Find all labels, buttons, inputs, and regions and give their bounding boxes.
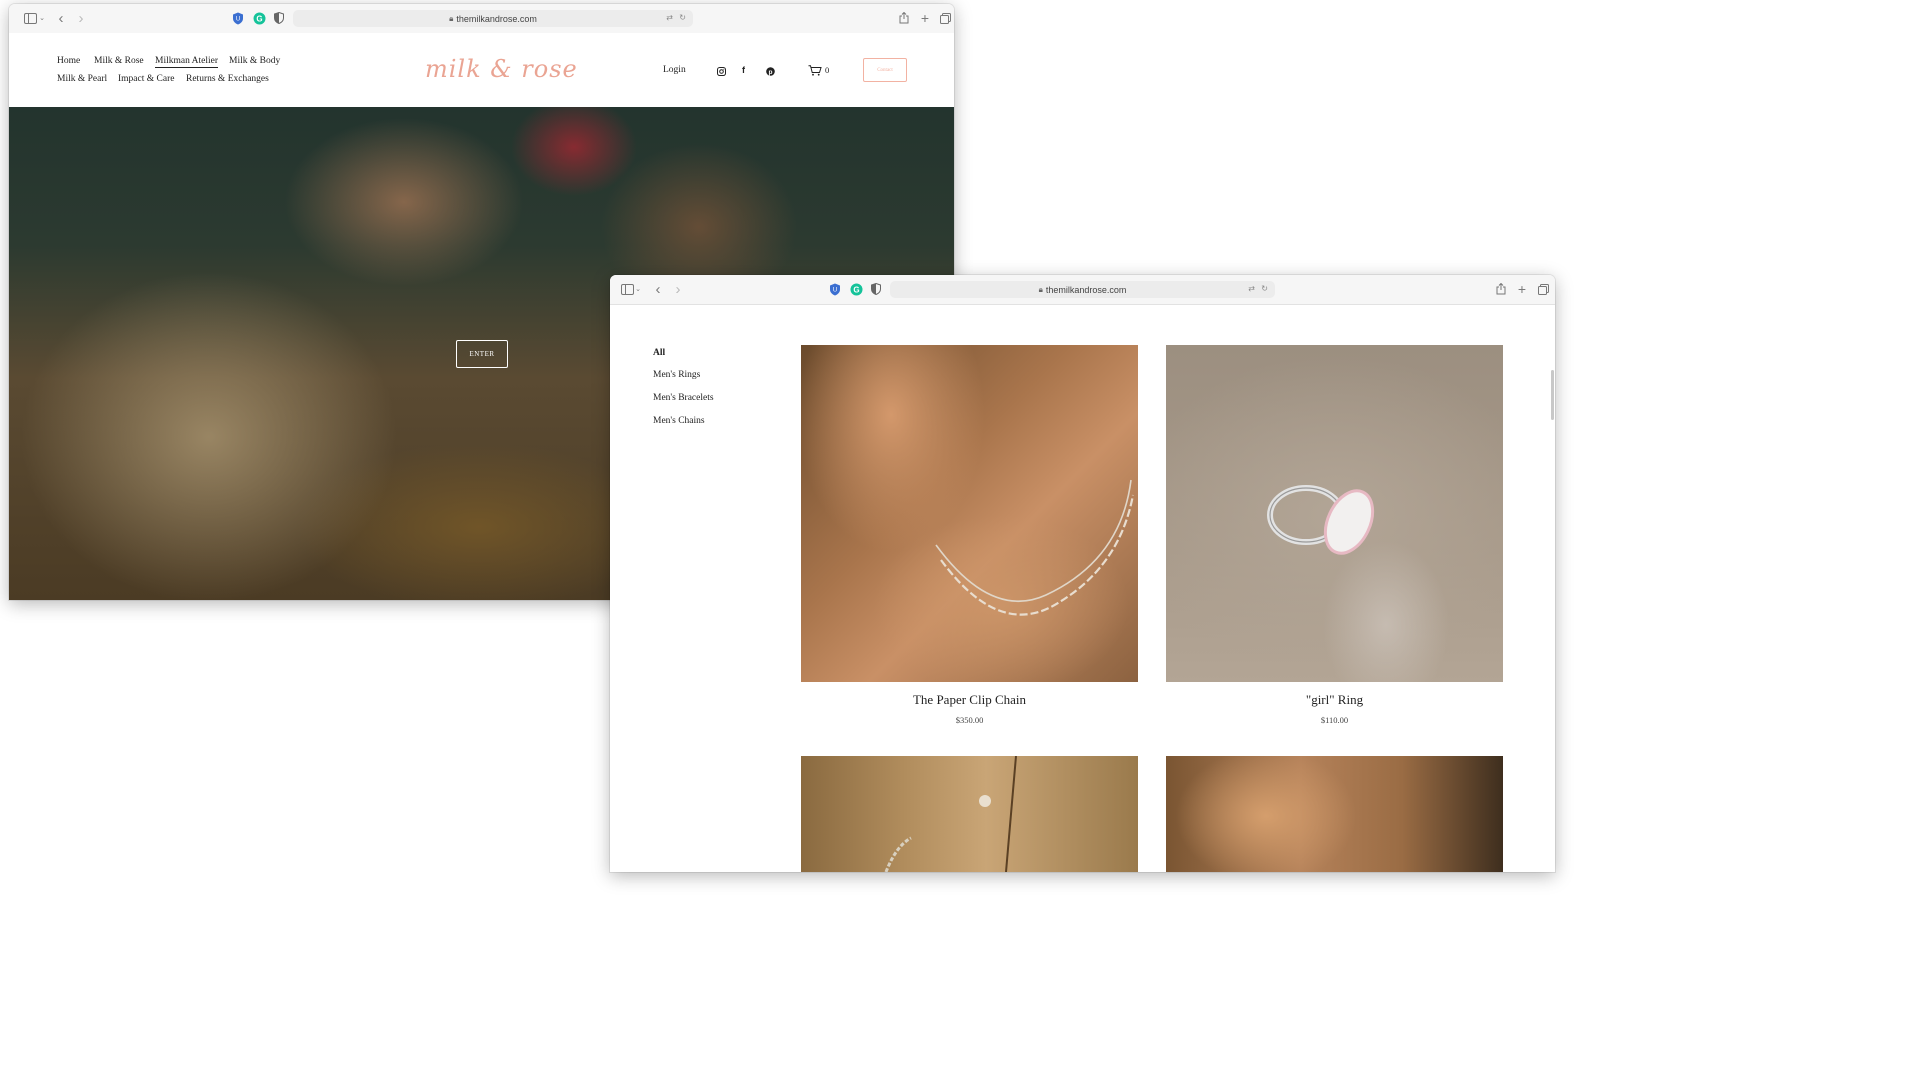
filter-all[interactable]: All xyxy=(653,348,665,358)
product-price: $110.00 xyxy=(1320,715,1349,725)
chevron-down-icon[interactable]: ⌄ xyxy=(38,11,46,25)
svg-text:G: G xyxy=(853,285,859,294)
cart-icon[interactable] xyxy=(808,65,822,78)
url-text: themilkandrose.com xyxy=(456,13,537,24)
ring-graphic xyxy=(1267,485,1375,555)
filter-mens-rings[interactable]: Men's Rings xyxy=(653,370,700,380)
nav-home[interactable]: Home xyxy=(57,56,80,66)
shield-extension-icon[interactable]: U xyxy=(828,282,842,296)
tab-overview-icon[interactable] xyxy=(939,11,951,25)
nav-milkman-atelier[interactable]: Milkman Atelier xyxy=(155,56,219,68)
share-icon[interactable] xyxy=(898,11,910,25)
reload-icon[interactable]: ↻ xyxy=(679,13,686,22)
nav-milk-and-rose[interactable]: Milk & Rose xyxy=(94,56,144,66)
sidebar-toggle-icon[interactable] xyxy=(21,11,39,25)
reload-icon[interactable]: ↻ xyxy=(1261,284,1268,293)
address-bar[interactable]: 🔒︎ themilkandrose.com ⇄ ↻ xyxy=(293,10,693,27)
svg-text:G: G xyxy=(256,14,262,23)
lock-icon: 🔒︎ xyxy=(449,13,454,23)
scrollbar[interactable] xyxy=(1551,370,1554,420)
nav-returns-and-exchanges[interactable]: Returns & Exchanges xyxy=(186,74,269,84)
forward-icon[interactable]: › xyxy=(75,10,87,27)
product-title[interactable]: "girl" Ring xyxy=(1166,692,1503,708)
bracelet-graphic xyxy=(884,756,1017,872)
svg-text:U: U xyxy=(833,287,837,293)
privacy-shield-icon[interactable] xyxy=(273,11,285,25)
pinterest-icon[interactable]: p xyxy=(766,67,775,78)
contact-button[interactable]: Contact xyxy=(863,58,907,82)
enter-button[interactable]: ENTER xyxy=(456,340,508,368)
login-link[interactable]: Login xyxy=(663,65,686,75)
back-icon[interactable]: ‹ xyxy=(652,281,664,298)
chain-necklace-graphic xyxy=(935,479,1135,616)
product-image-paper-clip-chain[interactable] xyxy=(801,345,1138,682)
svg-text:p: p xyxy=(769,69,773,76)
instagram-icon[interactable] xyxy=(717,67,726,78)
address-bar[interactable]: 🔒︎ themilkandrose.com ⇄ ↻ xyxy=(890,281,1275,298)
browser-toolbar: ⌄ ‹ › U G 🔒︎ themilkandrose.com ⇄ ↻ + xyxy=(9,4,954,34)
shield-extension-icon[interactable]: U xyxy=(231,11,245,25)
nav-milk-and-pearl[interactable]: Milk & Pearl xyxy=(57,74,107,84)
product-image-earring[interactable] xyxy=(1166,756,1503,872)
translate-icon[interactable]: ⇄ xyxy=(1248,284,1255,293)
forward-icon[interactable]: › xyxy=(672,281,684,298)
translate-icon[interactable]: ⇄ xyxy=(666,13,673,22)
svg-text:U: U xyxy=(236,16,240,22)
filter-mens-bracelets[interactable]: Men's Bracelets xyxy=(653,393,714,403)
chevron-down-icon[interactable]: ⌄ xyxy=(634,282,642,296)
product-image-bracelet[interactable] xyxy=(801,756,1138,872)
product-price: $350.00 xyxy=(955,715,984,725)
site-header: Home Milk & Rose Milkman Atelier Milk & … xyxy=(9,33,954,107)
nav-milk-and-body[interactable]: Milk & Body xyxy=(229,56,280,66)
lock-icon: 🔒︎ xyxy=(1038,284,1043,294)
back-icon[interactable]: ‹ xyxy=(55,10,67,27)
product-title[interactable]: The Paper Clip Chain xyxy=(801,692,1138,708)
site-logo[interactable]: milk & rose xyxy=(425,55,578,83)
browser-window-shop: ⌄ ‹ › U G 🔒︎ themilkandrose.com ⇄ ↻ + Al… xyxy=(610,275,1555,872)
privacy-shield-icon[interactable] xyxy=(870,282,882,296)
grammarly-icon[interactable]: G xyxy=(252,11,266,25)
facebook-icon[interactable]: f xyxy=(742,65,745,75)
tab-overview-icon[interactable] xyxy=(1537,282,1549,296)
share-icon[interactable] xyxy=(1495,282,1507,296)
cart-count: 0 xyxy=(825,65,830,75)
nav-impact-and-care[interactable]: Impact & Care xyxy=(118,74,174,84)
filter-mens-chains[interactable]: Men's Chains xyxy=(653,416,705,426)
new-tab-icon[interactable]: + xyxy=(919,10,931,26)
browser-toolbar: ⌄ ‹ › U G 🔒︎ themilkandrose.com ⇄ ↻ + xyxy=(610,275,1555,305)
grammarly-icon[interactable]: G xyxy=(849,282,863,296)
new-tab-icon[interactable]: + xyxy=(1516,281,1528,297)
url-text: themilkandrose.com xyxy=(1045,284,1127,295)
product-image-girl-ring[interactable] xyxy=(1166,345,1503,682)
